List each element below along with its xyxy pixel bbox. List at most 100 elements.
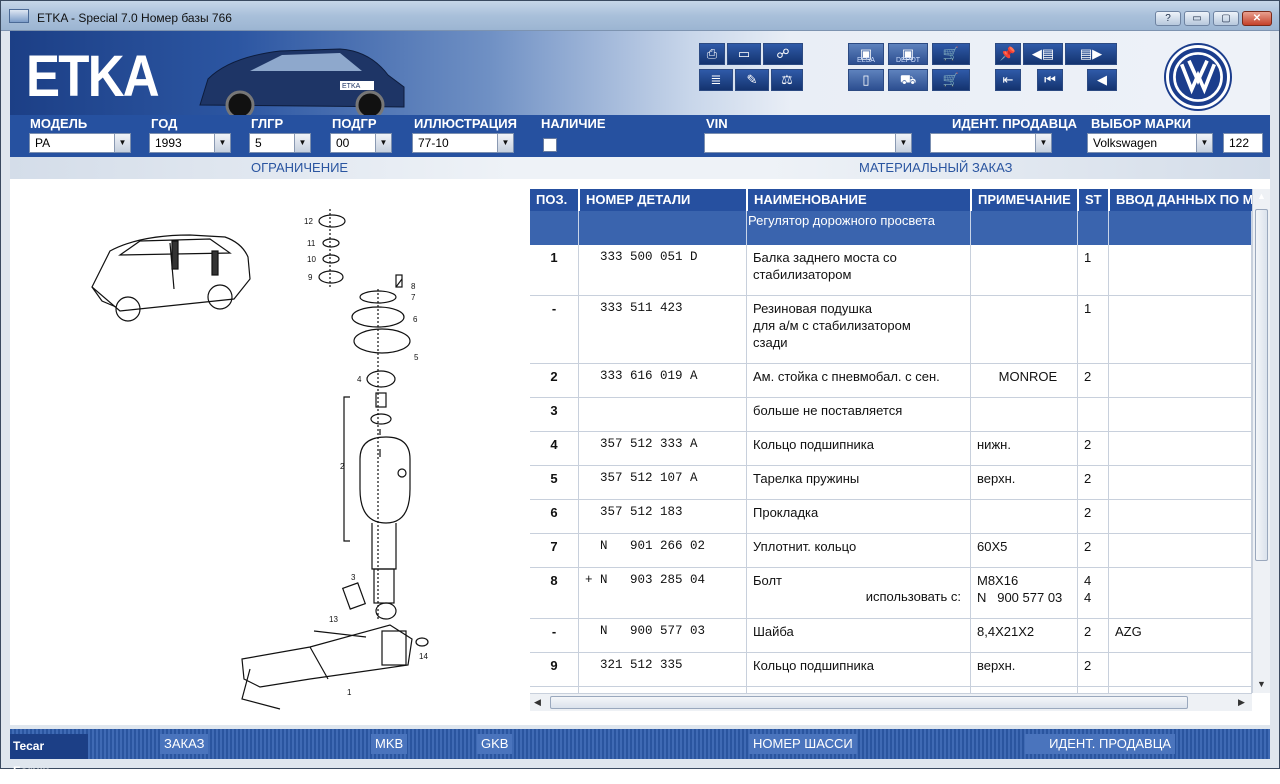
chevron-down-icon[interactable]: ▼ [294,134,310,152]
scroll-down-icon[interactable]: ▼ [1257,679,1266,689]
col-note[interactable]: ПРИМЕЧАНИЕ [972,189,1077,211]
brand-select[interactable]: Volkswagen ▼ [1087,133,1213,153]
availability-checkbox[interactable] [543,138,557,152]
chevron-down-icon[interactable]: ▼ [895,134,911,152]
chevron-down-icon[interactable]: ▼ [114,134,130,152]
col-name[interactable]: НАИМЕНОВАНИЕ [748,189,970,211]
group-cell [1109,211,1252,245]
tecar-forum-link[interactable]: Tecar Forum [10,734,88,778]
callout-label[interactable]: 12 [304,217,313,226]
table-row[interactable]: 7 N 901 266 02 Уплотнит. кольцо 60X5 2 [530,534,1252,568]
horizontal-scroll-thumb[interactable] [550,696,1188,709]
title-bar: ETKA - Special 7.0 Номер базы 766 ? ▭ ▢ … [1,1,1279,31]
col-data-entry[interactable]: ВВОД ДАННЫХ ПО М [1110,189,1252,211]
table-row[interactable]: - 333 511 423 Резиновая подушка для а/м с… [530,296,1252,364]
callout-label[interactable]: 13 [329,615,338,624]
mkb-button[interactable]: MKB [371,734,408,754]
callout-label[interactable]: 7 [411,293,416,302]
car-service-icon[interactable]: ⛟ [888,69,928,91]
data-entry-cell [1109,245,1252,295]
sub-header: ОГРАНИЧЕНИЕ МАТЕРИАЛЬНЫЙ ЗАКАЗ [10,157,1270,179]
callout-label[interactable]: 5 [414,353,419,362]
dealer-id-select[interactable]: ▼ [930,133,1052,153]
callout-label[interactable]: 8 [411,282,416,291]
main-group-select[interactable]: 5 ▼ [249,133,311,153]
maximize-button[interactable]: ▢ [1213,11,1239,26]
callout-label[interactable]: 4 [357,375,362,384]
screen-icon[interactable]: ▭ [727,43,761,65]
order-button[interactable]: ЗАКАЗ [160,734,209,754]
scroll-left-icon[interactable]: ◀ [534,697,541,708]
col-st[interactable]: ST [1079,189,1108,211]
callout-label[interactable]: 1 [347,688,352,697]
minimize-button[interactable]: ▭ [1184,11,1210,26]
vertical-scroll-thumb[interactable] [1255,209,1268,561]
horizontal-scrollbar[interactable]: ◀ ▶ [530,693,1252,711]
table-row[interactable]: 3 больше не поставляется [530,398,1252,432]
filter-bar: МОДЕЛЬ PA ▼ ГОД 1993 ▼ ГЛГР 5 ▼ ПОДГР 00 ▼ И… [10,115,1270,157]
callout-label[interactable]: 14 [419,652,428,661]
name-cell: Ам. стойка с пневмобал. с сен. [747,364,971,397]
cart-list-icon[interactable]: 🛒 [932,69,970,91]
col-pos[interactable]: ПОЗ. [530,189,578,211]
sub-group-select[interactable]: 00 ▼ [330,133,392,153]
depot-icon[interactable]: ▣ DEPOT [888,43,928,65]
part-number-cell: 333 511 423 [579,296,747,363]
elsa-icon[interactable]: ▣ ELSA [848,43,884,65]
restriction-link[interactable]: ОГРАНИЧЕНИЕ [251,160,348,175]
scroll-right-icon[interactable]: ▶ [1238,697,1245,708]
back-icon[interactable]: ◀ [1087,69,1117,91]
device-icon[interactable]: ▯ [848,69,884,91]
next-page-icon[interactable]: ▤▶ [1065,43,1117,65]
suspension-diagram: 12 11 10 9 8 7 6 5 4 2 3 13 14 1 [91,209,429,710]
cart-icon[interactable]: 🛒 [932,43,970,65]
parts-illustration[interactable]: 12 11 10 9 8 7 6 5 4 2 3 13 14 1 [10,179,530,725]
chassis-number-button[interactable]: НОМЕР ШАССИ [749,734,857,754]
model-select[interactable]: PA ▼ [29,133,131,153]
exit-icon[interactable]: ⇤ [995,69,1021,91]
callout-label[interactable]: 11 [307,239,316,248]
col-part-number[interactable]: НОМЕР ДЕТАЛИ [580,189,746,211]
chevron-down-icon[interactable]: ▼ [375,134,391,152]
chevron-down-icon[interactable]: ▼ [1196,134,1212,152]
print-icon[interactable]: ⎙ [699,43,725,65]
illustration-select[interactable]: 77-10 ▼ [412,133,514,153]
pin-icon[interactable]: 📌 [995,43,1021,65]
material-order-link[interactable]: МАТЕРИАЛЬНЫЙ ЗАКАЗ [859,160,1012,175]
chevron-down-icon[interactable]: ▼ [214,134,230,152]
callout-label[interactable]: 2 [340,462,345,471]
note-cell: M8X16 N 900 577 03 [971,568,1078,618]
scroll-up-icon[interactable]: ▲ [1257,191,1266,201]
table-row[interactable]: 2 333 616 019 A Ам. стойка с пневмобал. с… [530,364,1252,398]
table-row[interactable]: 5 357 512 107 A Тарелка пружины верхн. 2 [530,466,1252,500]
table-row[interactable]: 8 + N 903 285 04 Болт M8X16 N 900 577 03 4 4… [530,568,1252,619]
dealer-id-button[interactable]: ИДЕНТ. ПРОДАВЦА [1025,734,1175,754]
vertical-scrollbar[interactable]: ▲ ▼ [1252,189,1270,693]
pos-cell: - [530,296,579,363]
year-select[interactable]: 1993 ▼ [149,133,231,153]
first-icon[interactable]: ⏮ [1037,69,1063,91]
callout-label[interactable]: 10 [307,255,316,264]
st-cell [1078,398,1109,431]
chevron-down-icon[interactable]: ▼ [497,134,513,152]
brand-code: 122 [1223,133,1263,153]
help-button[interactable]: ? [1155,11,1181,26]
close-button[interactable]: ✕ [1242,11,1272,26]
handshake-icon[interactable]: ☍ [763,43,803,65]
list-icon[interactable]: ≣ [699,69,733,91]
chevron-down-icon[interactable]: ▼ [1035,134,1051,152]
table-row[interactable]: - N 900 577 03 Шайба 8,4X21X2 2 AZG [530,619,1252,653]
data-entry-cell [1109,568,1252,618]
vin-input[interactable]: ▼ [704,133,912,153]
scale-icon[interactable]: ⚖ [771,69,803,91]
table-row[interactable]: 9 321 512 335 Кольцо подшипника верхн. 2 [530,653,1252,687]
callout-label[interactable]: 3 [351,573,356,582]
table-row[interactable]: 6 357 512 183 Прокладка 2 [530,500,1252,534]
gkb-button[interactable]: GKB [477,734,513,754]
table-row[interactable]: 1 333 500 051 D Балка заднего моста со ст… [530,245,1252,296]
table-row[interactable]: 4 357 512 333 A Кольцо подшипника нижн. 2 [530,432,1252,466]
prev-page-icon[interactable]: ◀▤ [1023,43,1063,65]
callout-label[interactable]: 6 [413,315,418,324]
callout-label[interactable]: 9 [308,273,313,282]
pencil-icon[interactable]: ✎ [735,69,769,91]
